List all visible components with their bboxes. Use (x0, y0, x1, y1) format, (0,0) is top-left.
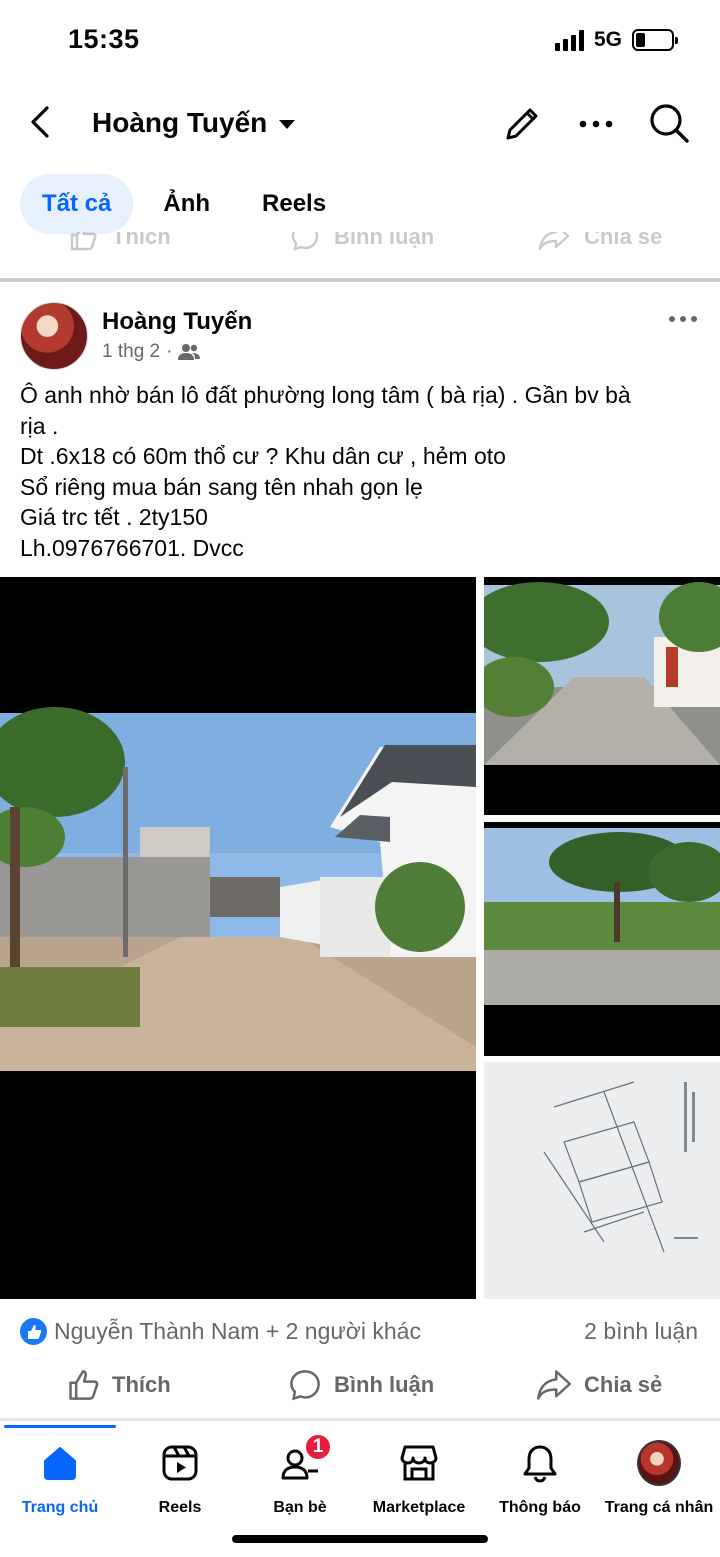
previous-like-label: Thích (112, 232, 171, 249)
previous-share-button[interactable]: Chia sẻ (538, 232, 662, 252)
nav-marketplace-label: Marketplace (372, 1499, 466, 1516)
nav-notifications[interactable]: Thông báo (480, 1441, 600, 1517)
back-button[interactable] (22, 102, 62, 142)
post-text-line: Giá trc tết . 2ty150 (20, 504, 208, 530)
profile-header: Hoàng Tuyến (0, 90, 720, 156)
share-icon (538, 232, 570, 251)
comment-button[interactable]: Bình luận (288, 1362, 434, 1408)
previous-share-label: Chia sẻ (584, 232, 663, 249)
meta-separator: · (166, 341, 173, 362)
previous-comment-label: Bình luận (334, 232, 435, 249)
share-button[interactable]: Chia sẻ (536, 1362, 662, 1408)
marketplace-icon (397, 1441, 441, 1485)
friends-icon (178, 344, 201, 360)
network-label: 5G (593, 28, 622, 51)
battery-icon (632, 29, 678, 51)
nav-reels-label: Reels (158, 1499, 202, 1516)
tab-all[interactable]: Tất cả (20, 174, 134, 234)
photo-side-1[interactable] (484, 577, 720, 815)
post-text-line: Lh.0976766701. Dvcc (20, 534, 244, 561)
edit-icon (506, 108, 538, 140)
edit-button[interactable] (500, 102, 544, 146)
profile-name-dropdown[interactable]: Hoàng Tuyến (92, 107, 296, 139)
previous-like-button[interactable]: Thích (68, 232, 171, 252)
photo-side-3[interactable] (484, 1062, 720, 1299)
tab-photos[interactable]: Ảnh (141, 174, 232, 234)
active-tab-indicator (4, 1425, 116, 1428)
friends-icon: 1 (278, 1433, 332, 1485)
like-icon (70, 232, 97, 251)
comment-label: Bình luận (334, 1372, 435, 1397)
nav-notifications-label: Thông báo (499, 1499, 581, 1516)
nav-marketplace[interactable]: Marketplace (359, 1441, 479, 1517)
post-date[interactable]: 1 thg 2 (102, 341, 160, 363)
author-avatar[interactable] (20, 302, 88, 370)
nav-friends[interactable]: 1 Bạn bè (240, 1433, 360, 1517)
comment-count[interactable]: 2 bình luận (584, 1318, 698, 1345)
like-reaction-icon (20, 1318, 47, 1345)
home-indicator (232, 1535, 488, 1543)
nav-home-label: Trang chủ (21, 1499, 99, 1516)
tab-reels[interactable]: Reels (240, 174, 348, 234)
photo-main[interactable] (0, 577, 476, 1299)
nav-profile-label: Trang cá nhân (604, 1499, 714, 1516)
reactions-bar: Nguyễn Thành Nam + 2 người khác 2 bình l… (0, 1312, 720, 1352)
post-text-line: Ô anh nhờ bán lô đất phường long tâm ( b… (20, 382, 631, 408)
post-text-line: Sổ riêng mua bán sang tên nhah gọn lẹ (20, 473, 423, 500)
alley-photo (484, 582, 720, 765)
filter-tabs: Tất cả Ảnh Reels (20, 174, 348, 234)
share-label: Chia sẻ (584, 1372, 663, 1397)
page-title: Hoàng Tuyến (92, 107, 268, 138)
post-meta: 1 thg 2 · (102, 341, 201, 363)
status-indicators: 5G (554, 28, 678, 52)
post-header: Hoàng Tuyến 1 thg 2 · (0, 296, 720, 376)
status-time: 15:35 (68, 24, 140, 54)
more-icon (579, 120, 613, 128)
bottom-nav: Trang chủ Reels 1 Bạn bè Marketplace Thô… (0, 1421, 720, 1557)
nav-friends-label: Bạn bè (273, 1499, 327, 1516)
like-button[interactable]: Thích (66, 1362, 171, 1408)
previous-post-actions: Thích Bình luận Chia sẻ (0, 232, 720, 262)
search-button[interactable] (646, 100, 692, 146)
post-author[interactable]: Hoàng Tuyến (102, 308, 252, 336)
home-icon (38, 1441, 82, 1485)
land-plan-photo (484, 1062, 720, 1299)
more-options-button[interactable] (574, 102, 618, 146)
photo-side-2[interactable] (484, 822, 720, 1056)
post-options-button[interactable] (664, 304, 704, 334)
share-icon (537, 1370, 571, 1400)
comment-icon (291, 232, 319, 251)
search-icon (650, 104, 689, 143)
bell-icon (518, 1441, 562, 1485)
profile-avatar (637, 1440, 681, 1486)
back-icon (31, 106, 49, 138)
like-icon (69, 1370, 99, 1400)
caret-down-icon (279, 120, 296, 129)
more-icon (669, 316, 697, 322)
post-text-line: Dt .6x18 có 60m thổ cư ? Khu dân cư , hẻ… (20, 443, 506, 469)
comment-icon (290, 1370, 320, 1401)
reactions-summary[interactable]: Nguyễn Thành Nam + 2 người khác (54, 1318, 421, 1345)
friends-badge: 1 (304, 1433, 332, 1461)
previous-comment-button[interactable]: Bình luận (290, 232, 434, 252)
reels-icon (158, 1441, 202, 1485)
post-text: Ô anh nhờ bán lô đất phường long tâm ( b… (20, 380, 710, 563)
post-text-line: rịa . (20, 412, 59, 439)
post-photos (0, 577, 720, 1299)
status-bar: 15:35 5G (0, 0, 720, 80)
like-label: Thích (112, 1372, 171, 1397)
nav-reels[interactable]: Reels (120, 1441, 240, 1517)
road-photo (0, 707, 476, 1071)
post-actions: Thích Bình luận Chia sẻ (0, 1362, 720, 1408)
nav-home[interactable]: Trang chủ (0, 1441, 120, 1517)
nav-profile[interactable]: Trang cá nhân (599, 1440, 719, 1517)
feed-divider (0, 278, 720, 282)
signal-icon (554, 29, 584, 51)
land-photo (484, 828, 720, 1005)
